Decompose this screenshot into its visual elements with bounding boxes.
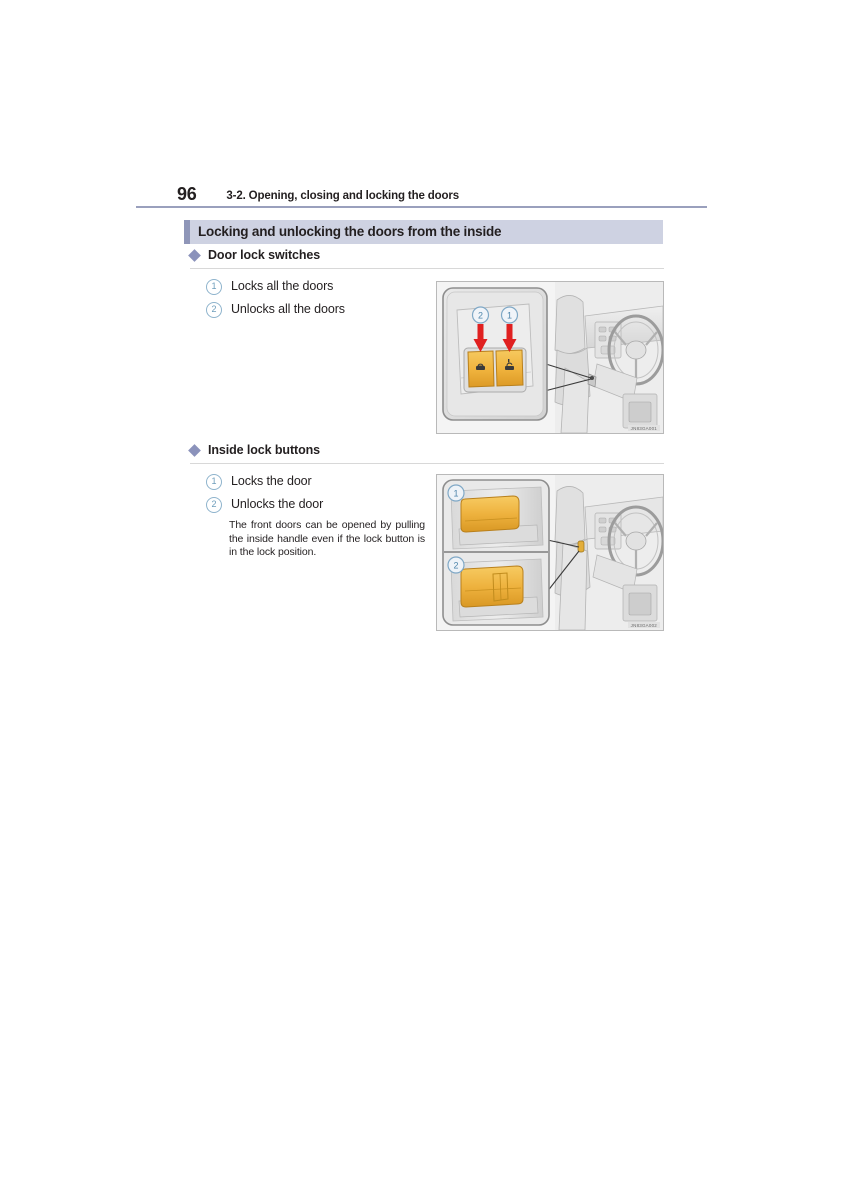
subheading-rule — [190, 268, 664, 269]
illustration-code: JN83GA002 — [627, 622, 660, 628]
callout-number-icon: 2 — [206, 302, 222, 318]
svg-text:2: 2 — [453, 561, 458, 571]
callout-number-icon: 1 — [206, 279, 222, 295]
illustration-code: JN83GA001 — [627, 425, 660, 431]
list-item-label: Unlocks the door — [231, 497, 324, 511]
list-item: 2 Unlocks the door — [206, 495, 431, 513]
illustration-door-lock-switches: 2 1 JN83GA001 — [436, 281, 664, 434]
list-item: 1 Locks the door — [206, 472, 431, 490]
illustration-inside-lock-buttons: 1 2 JN83GA002 — [436, 474, 664, 631]
subheading-inside-lock-buttons: Inside lock buttons — [188, 443, 664, 457]
list-item: 2 Unlocks all the doors — [206, 300, 431, 318]
inside-lock-button-diagram: 1 2 — [437, 475, 663, 630]
subheading-door-lock-switches: Door lock switches — [188, 248, 664, 262]
list-item-label: Locks all the doors — [231, 279, 334, 293]
callout-number-icon: 2 — [206, 497, 222, 513]
door-lock-switch-diagram: 2 1 — [437, 282, 663, 433]
header-rule — [136, 206, 707, 208]
section-header-bar: Locking and unlocking the doors from the… — [184, 220, 663, 244]
list-item: 1 Locks all the doors — [206, 277, 431, 295]
list-item-label: Unlocks all the doors — [231, 302, 345, 316]
svg-text:1: 1 — [453, 489, 458, 499]
subheading-label: Door lock switches — [208, 248, 321, 262]
callout-number-icon: 1 — [206, 474, 222, 490]
subheading-rule — [190, 463, 664, 464]
section-title: Locking and unlocking the doors from the… — [198, 224, 502, 240]
list-item-label: Locks the door — [231, 474, 312, 488]
svg-text:1: 1 — [507, 311, 512, 321]
running-head: 96 3-2. Opening, closing and locking the… — [177, 179, 707, 203]
note-paragraph: The front doors can be opened by pulling… — [229, 519, 425, 558]
subheading-label: Inside lock buttons — [208, 443, 320, 457]
svg-text:2: 2 — [478, 311, 483, 321]
callout-list-door-lock-switches: 1 Locks all the doors 2 Unlocks all the … — [206, 277, 431, 323]
manual-page: 96 3-2. Opening, closing and locking the… — [0, 0, 848, 1200]
page-number: 96 — [177, 184, 197, 204]
diamond-bullet-icon — [188, 248, 201, 262]
running-head-title: 3-2. Opening, closing and locking the do… — [226, 189, 459, 202]
callout-list-inside-lock-buttons: 1 Locks the door 2 Unlocks the door — [206, 472, 431, 518]
diamond-bullet-icon — [188, 443, 201, 457]
